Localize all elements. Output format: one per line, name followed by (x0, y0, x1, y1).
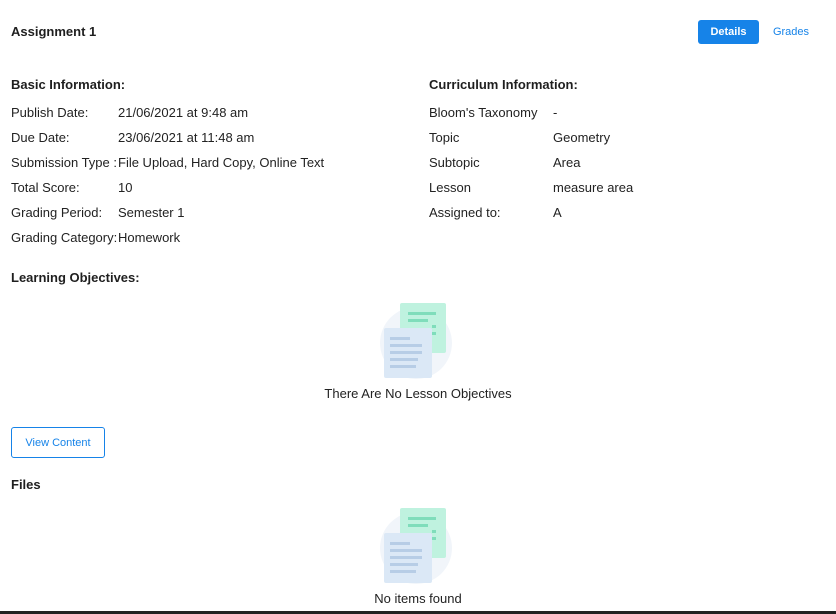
info-label: Total Score: (11, 180, 80, 195)
info-label: Submission Type : (11, 155, 117, 170)
info-row-grading-period: Grading Period: Semester 1 (11, 200, 324, 225)
basic-info-heading: Basic Information: (11, 77, 126, 92)
info-label: Topic (429, 130, 460, 145)
info-row-assigned-to: Assigned to: A (429, 200, 633, 225)
info-row-submission-type: Submission Type : File Upload, Hard Copy… (11, 150, 324, 175)
view-content-button[interactable]: View Content (11, 427, 105, 458)
files-empty-state: No items found (0, 508, 836, 606)
info-value: Area (553, 155, 581, 170)
info-label: Assigned to: (429, 205, 501, 220)
objectives-empty-state: There Are No Lesson Objectives (0, 303, 836, 401)
info-label: Subtopic (429, 155, 480, 170)
documents-icon (380, 303, 452, 379)
info-row-grading-category: Grading Category: Homework (11, 225, 324, 250)
empty-message: There Are No Lesson Objectives (324, 386, 512, 401)
info-row-total-score: Total Score: 10 (11, 175, 324, 200)
learning-objectives-heading: Learning Objectives: (11, 270, 140, 285)
info-row-publish-date: Publish Date: 21/06/2021 at 9:48 am (11, 100, 324, 125)
documents-icon (380, 508, 452, 584)
info-row-due-date: Due Date: 23/06/2021 at 11:48 am (11, 125, 324, 150)
info-label: Publish Date: (11, 105, 89, 120)
info-row-subtopic: Subtopic Area (429, 150, 633, 175)
curriculum-info-heading: Curriculum Information: (429, 77, 578, 92)
info-value: Geometry (553, 130, 611, 145)
curriculum-info-table: Bloom's Taxonomy - Topic Geometry Subtop… (429, 100, 633, 225)
info-label: Lesson (429, 180, 471, 195)
info-row-topic: Topic Geometry (429, 125, 633, 150)
info-label: Bloom's Taxonomy (429, 105, 538, 120)
info-label: Grading Period: (11, 205, 103, 220)
info-row-blooms-taxonomy: Bloom's Taxonomy - (429, 100, 633, 125)
empty-message: No items found (374, 591, 462, 606)
info-value: 10 (118, 180, 133, 195)
grades-button[interactable]: Grades (766, 20, 816, 44)
files-heading: Files (11, 477, 41, 492)
info-value: Semester 1 (118, 205, 185, 220)
basic-info-table: Publish Date: 21/06/2021 at 9:48 am Due … (11, 100, 324, 250)
assignment-title: Assignment 1 (11, 24, 97, 39)
info-value: 21/06/2021 at 9:48 am (118, 105, 249, 120)
info-value: A (553, 205, 562, 220)
info-value: - (553, 105, 558, 120)
info-value: Homework (118, 230, 181, 245)
info-value: File Upload, Hard Copy, Online Text (118, 155, 325, 170)
info-label: Due Date: (11, 130, 70, 145)
info-value: measure area (553, 180, 634, 195)
details-button[interactable]: Details (698, 20, 759, 44)
info-row-lesson: Lesson measure area (429, 175, 633, 200)
info-label: Grading Category: (11, 230, 118, 245)
info-value: 23/06/2021 at 11:48 am (118, 130, 255, 145)
